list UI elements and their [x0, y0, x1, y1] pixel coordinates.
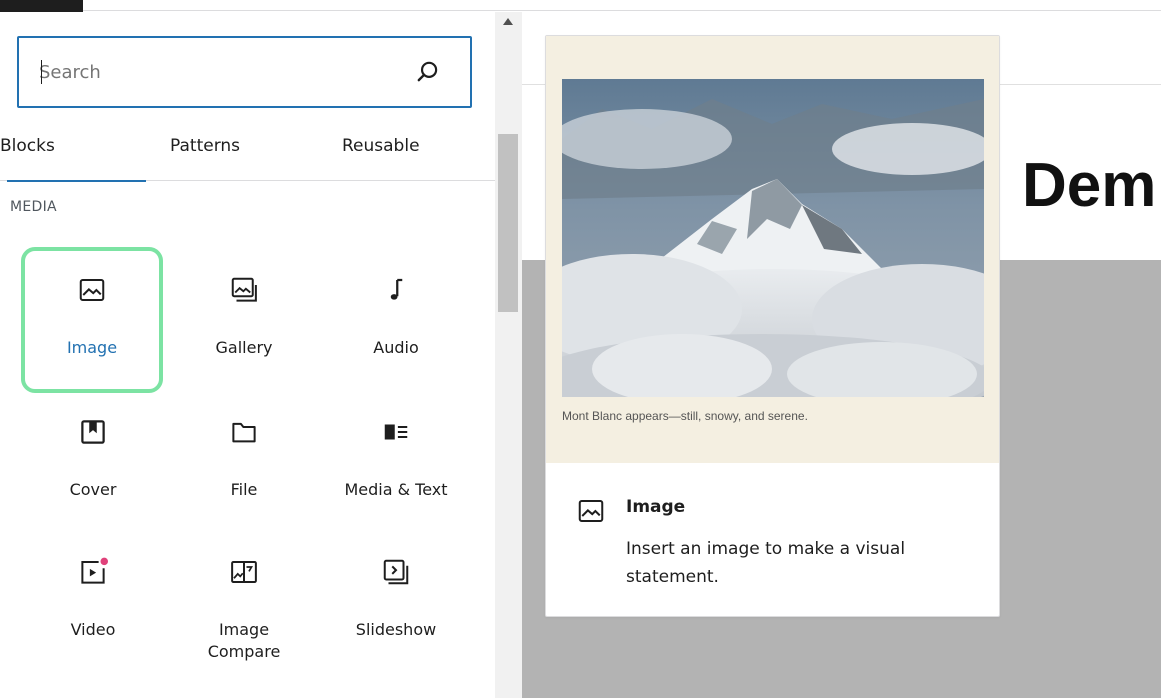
block-audio[interactable]: Audio — [326, 247, 466, 381]
slideshow-icon — [383, 559, 409, 585]
block-image-compare[interactable]: Image Compare — [174, 529, 314, 663]
block-cover[interactable]: Cover — [23, 389, 163, 523]
block-label: Gallery — [215, 338, 273, 357]
tab-reusable[interactable]: Reusable — [342, 122, 420, 181]
scrollbar-thumb[interactable] — [498, 134, 518, 312]
image-icon — [79, 279, 105, 301]
block-slideshow[interactable]: Slideshow — [326, 529, 466, 663]
inserter-scrollbar[interactable] — [495, 12, 522, 698]
preview-example-area: Mont Blanc appears—still, snowy, and ser… — [546, 36, 999, 463]
preview-mountain-photo — [562, 79, 984, 397]
text-cursor — [41, 60, 42, 84]
block-inserter-panel: Blocks Patterns Reusable MEDIA Image Gal… — [0, 12, 495, 698]
top-border — [83, 10, 1161, 11]
search-icon[interactable] — [415, 59, 441, 85]
cover-icon — [81, 420, 105, 444]
block-label: Audio — [373, 338, 419, 357]
block-label: Video — [70, 620, 116, 639]
preview-block-description: Insert an image to make a visual stateme… — [626, 539, 906, 587]
search-input[interactable] — [39, 58, 399, 86]
block-label: File — [230, 480, 258, 499]
preview-caption: Mont Blanc appears—still, snowy, and ser… — [562, 409, 808, 423]
tab-patterns[interactable]: Patterns — [170, 122, 240, 181]
media-text-icon — [384, 424, 408, 440]
audio-icon — [390, 278, 403, 300]
inserter-tabs: Blocks Patterns Reusable — [0, 122, 495, 182]
toolbar-corner — [0, 0, 83, 12]
preview-block-name: Image — [626, 497, 686, 517]
block-gallery[interactable]: Gallery — [174, 247, 314, 381]
gallery-icon — [231, 277, 257, 302]
image-compare-icon — [231, 561, 257, 583]
block-label: Slideshow — [355, 620, 437, 639]
block-label: Media & Text — [344, 480, 448, 499]
block-file[interactable]: File — [174, 389, 314, 523]
block-label: Cover — [69, 480, 117, 499]
post-title[interactable]: Dem — [1022, 150, 1156, 221]
block-image[interactable]: Image — [21, 247, 163, 393]
tab-blocks[interactable]: Blocks — [0, 122, 146, 182]
file-icon — [232, 422, 256, 443]
section-title: MEDIA — [10, 199, 57, 215]
block-video[interactable]: Video — [23, 529, 163, 663]
image-icon — [578, 500, 604, 522]
block-preview-popover: Mont Blanc appears—still, snowy, and ser… — [545, 35, 1000, 617]
search-box[interactable] — [17, 36, 472, 108]
block-label: Image Compare — [207, 620, 281, 661]
block-media-text[interactable]: Media & Text — [326, 389, 466, 523]
block-label: Image — [66, 338, 118, 357]
video-icon — [81, 557, 108, 584]
scroll-up-arrow-icon[interactable] — [503, 18, 513, 25]
